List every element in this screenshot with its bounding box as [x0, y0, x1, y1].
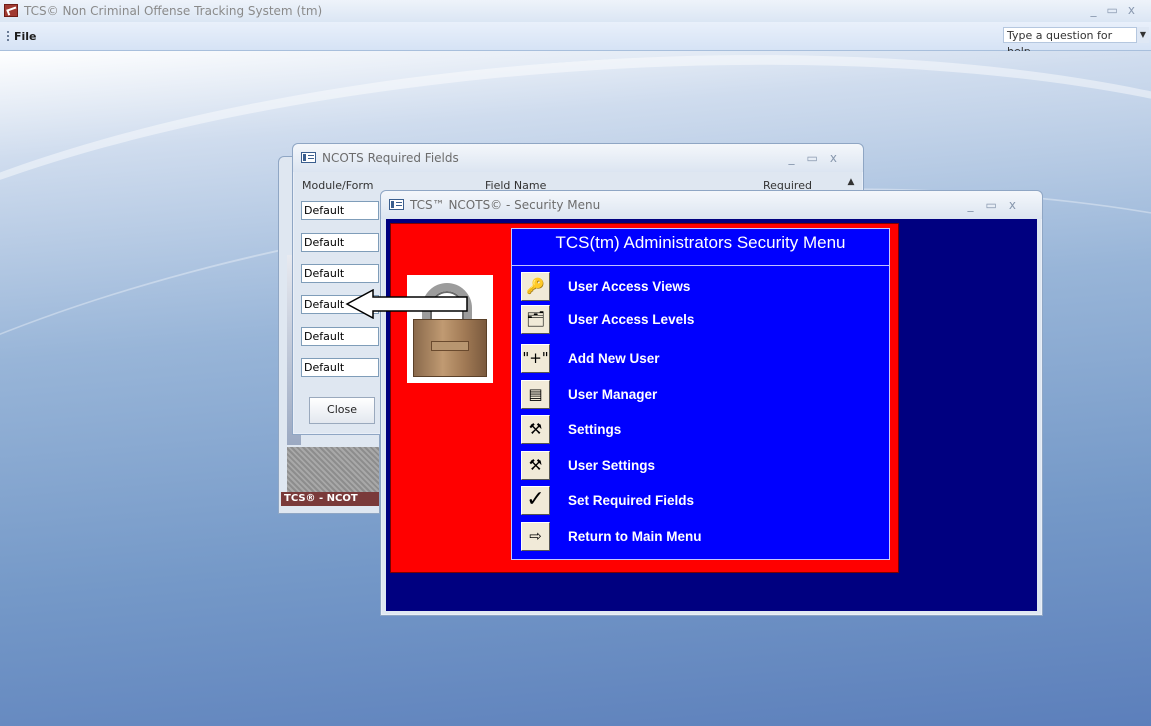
- required-fields-title: NCOTS Required Fields: [322, 151, 459, 165]
- menu-item-return-to-main-menu[interactable]: ⇨ Return to Main Menu: [521, 522, 881, 552]
- menu-file[interactable]: File: [14, 30, 37, 43]
- padlock-label: [431, 341, 469, 351]
- menu-item-label[interactable]: User Access Views: [568, 279, 690, 294]
- module-form-field[interactable]: Default: [301, 264, 379, 283]
- menu-item-add-new-user[interactable]: "+" Add New User: [521, 344, 881, 374]
- module-form-field[interactable]: Default: [301, 327, 379, 346]
- security-menu-titlebar[interactable]: TCS™ NCOTS© - Security Menu _▭x: [381, 191, 1042, 219]
- menu-item-set-required-fields[interactable]: ✓ Set Required Fields: [521, 486, 881, 516]
- minimize-icon[interactable]: _: [789, 151, 807, 165]
- exit-door-icon[interactable]: ⇨: [521, 522, 550, 551]
- menu-item-user-access-views[interactable]: 🔑 User Access Views: [521, 272, 881, 302]
- scroll-up-icon[interactable]: ▲: [845, 177, 857, 191]
- toolbar-grip-icon[interactable]: [7, 31, 11, 41]
- key-icon[interactable]: 🔑: [521, 272, 550, 301]
- required-fields-window-controls[interactable]: _▭x: [789, 151, 849, 165]
- required-fields-titlebar[interactable]: NCOTS Required Fields _▭x: [293, 144, 863, 172]
- menu-item-label[interactable]: Settings: [568, 422, 621, 437]
- background-form-footer: [287, 447, 379, 495]
- app-window-controls[interactable]: _▭x: [1091, 3, 1145, 17]
- security-menu-panel: TCS(tm) Administrators Security Menu 🔑 U…: [511, 228, 890, 560]
- form-icon[interactable]: ▤: [521, 380, 550, 409]
- form-icon: [389, 199, 404, 210]
- menu-item-label[interactable]: User Manager: [568, 387, 657, 402]
- close-icon[interactable]: x: [1009, 198, 1028, 212]
- menu-item-label[interactable]: Set Required Fields: [568, 493, 694, 508]
- menu-item-label[interactable]: User Settings: [568, 458, 655, 473]
- minimize-icon[interactable]: _: [1091, 3, 1107, 17]
- panel-title: TCS(tm) Administrators Security Menu: [512, 229, 889, 266]
- plus-icon[interactable]: "+": [521, 344, 550, 373]
- security-menu-frame: TCS(tm) Administrators Security Menu 🔑 U…: [390, 223, 899, 573]
- app-logo-icon: [4, 4, 18, 17]
- menu-item-user-manager[interactable]: ▤ User Manager: [521, 380, 881, 410]
- menu-item-user-settings[interactable]: ⚒ User Settings: [521, 451, 881, 481]
- form-icon: [301, 152, 316, 163]
- minimize-icon[interactable]: _: [968, 198, 986, 212]
- menu-item-label[interactable]: Add New User: [568, 351, 660, 366]
- annotation-arrow-icon: [345, 289, 468, 319]
- module-form-field[interactable]: Default: [301, 201, 379, 220]
- module-form-field[interactable]: Default: [301, 233, 379, 252]
- checkmark-icon[interactable]: ✓: [521, 486, 550, 515]
- restore-icon[interactable]: ▭: [1107, 3, 1128, 17]
- tools-icon[interactable]: ⚒: [521, 415, 550, 444]
- users-icon[interactable]: 🗂: [521, 305, 550, 334]
- security-menu-body: TCS(tm) Administrators Security Menu 🔑 U…: [386, 219, 1037, 611]
- menu-item-settings[interactable]: ⚒ Settings: [521, 415, 881, 445]
- app-title: TCS© Non Criminal Offense Tracking Syste…: [24, 4, 323, 18]
- background-form-caption: TCS® - NCOT: [281, 492, 379, 506]
- menubar: File Type a question for help ▼: [0, 22, 1151, 58]
- restore-icon[interactable]: ▭: [807, 151, 830, 165]
- security-menu-window[interactable]: TCS™ NCOTS© - Security Menu _▭x TCS(tm) …: [380, 190, 1043, 616]
- menu-item-label[interactable]: User Access Levels: [568, 312, 694, 327]
- security-menu-title: TCS™ NCOTS© - Security Menu: [410, 198, 601, 212]
- close-button[interactable]: Close: [309, 397, 375, 424]
- column-module-form: Module/Form: [302, 179, 374, 192]
- tools-icon[interactable]: ⚒: [521, 451, 550, 480]
- menu-item-label[interactable]: Return to Main Menu: [568, 529, 702, 544]
- help-dropdown-icon[interactable]: ▼: [1137, 27, 1149, 43]
- restore-icon[interactable]: ▭: [986, 198, 1009, 212]
- padlock-body: [413, 319, 487, 377]
- help-search-input[interactable]: Type a question for help: [1003, 27, 1137, 58]
- close-icon[interactable]: x: [830, 151, 849, 165]
- menu-item-user-access-levels[interactable]: 🗂 User Access Levels: [521, 305, 881, 335]
- module-form-field[interactable]: Default: [301, 358, 379, 377]
- security-menu-window-controls[interactable]: _▭x: [968, 198, 1028, 212]
- close-icon[interactable]: x: [1128, 3, 1145, 17]
- app-titlebar: TCS© Non Criminal Offense Tracking Syste…: [0, 0, 1151, 23]
